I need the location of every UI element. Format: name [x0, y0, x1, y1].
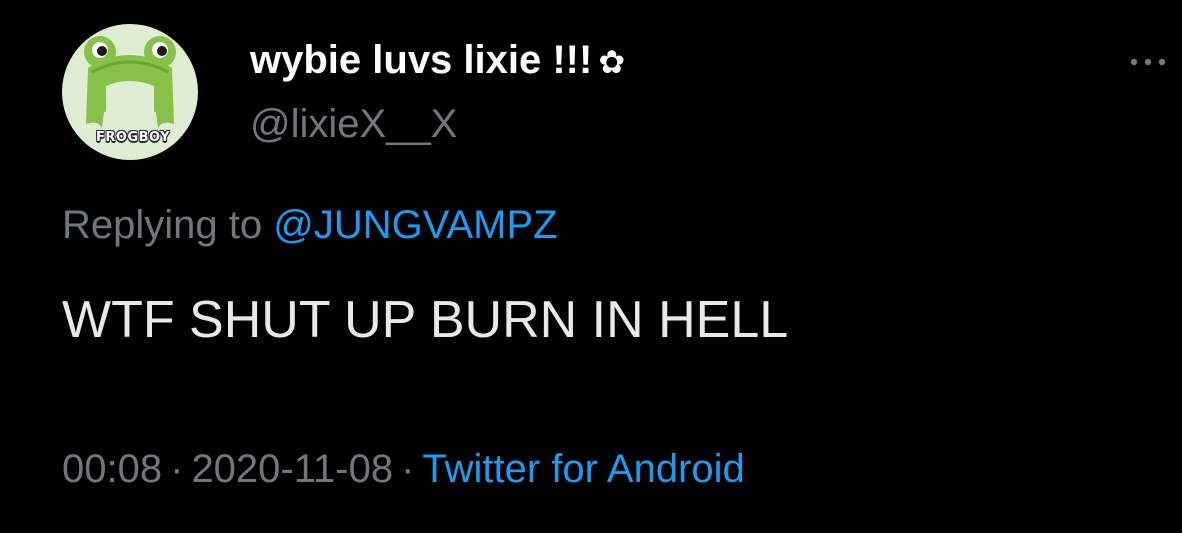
tweet-meta: 00:08 · 2020-11-08 · Twitter for Android	[62, 449, 745, 489]
meta-separator: ·	[401, 447, 415, 491]
display-name-text: wybie luvs lixie !!!	[250, 38, 593, 82]
tweet-text: WTF SHUT UP BURN IN HELL	[62, 291, 789, 349]
replying-to: Replying to @JUNGVAMPZ	[62, 205, 558, 245]
avatar[interactable]: FROGBOY	[62, 24, 198, 160]
tweet-time[interactable]: 00:08	[62, 447, 162, 491]
tweet-source-link[interactable]: Twitter for Android	[422, 447, 744, 491]
avatar-label: FROGBOY	[96, 130, 171, 145]
flower-icon: ✿	[598, 44, 626, 80]
replying-to-label: Replying to	[62, 203, 263, 247]
display-name[interactable]: wybie luvs lixie !!! ✿	[250, 40, 625, 80]
reply-mention-link[interactable]: @JUNGVAMPZ	[273, 203, 557, 247]
more-horizontal-icon[interactable]	[1128, 52, 1168, 72]
meta-separator: ·	[170, 447, 184, 491]
user-handle[interactable]: @lixieX__X	[250, 104, 457, 144]
tweet-date[interactable]: 2020-11-08	[191, 447, 393, 491]
